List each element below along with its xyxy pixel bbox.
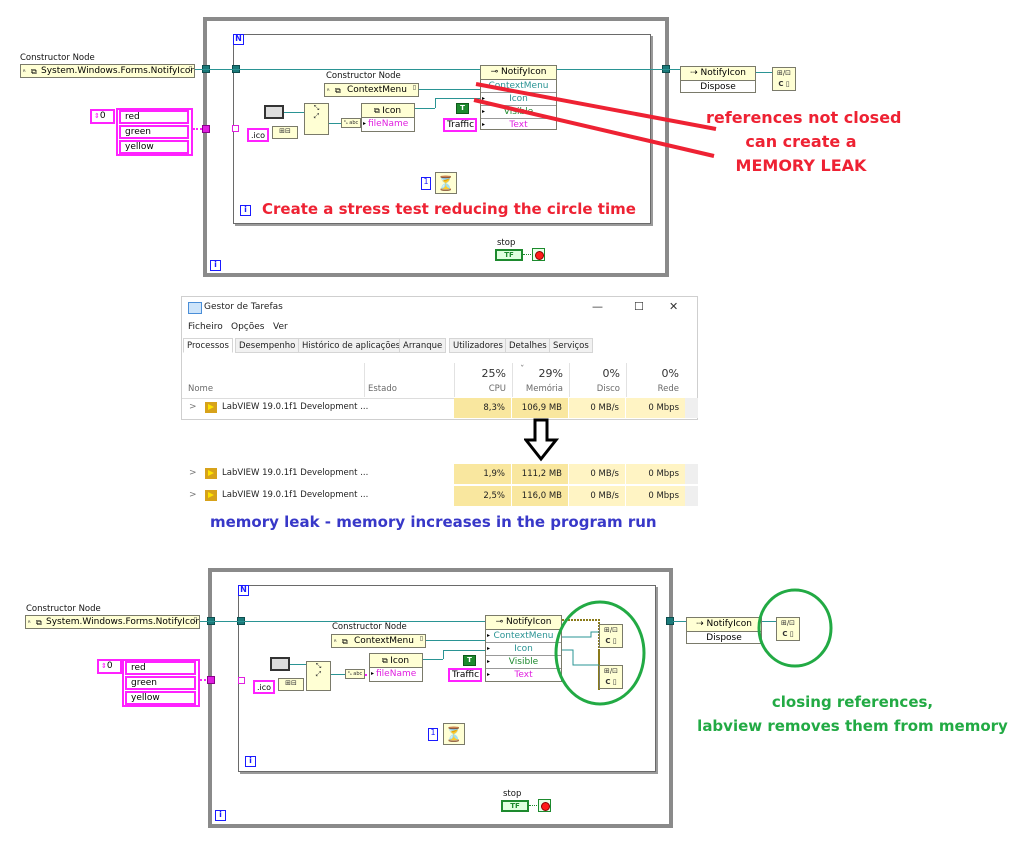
process-cpu: 1,9% [454,464,511,484]
down-arrow-icon [524,418,560,462]
process-memory: 116,0 MB [511,486,568,506]
scrollbar-track[interactable] [685,464,698,484]
tab-desempenho[interactable]: Desempenho [235,338,300,353]
minimize-button[interactable]: — [592,300,603,313]
column-memoria[interactable]: Memória [513,384,563,394]
labview-icon [205,402,217,413]
memory-leak-caption: memory leak - memory increases in the pr… [210,513,657,531]
process-network: 0 Mbps [625,398,685,418]
disk-total: 0% [602,367,620,380]
tab-servicos[interactable]: Serviços [549,338,593,353]
tab-arranque[interactable]: Arranque [399,338,447,353]
process-row[interactable]: > LabVIEW 19.0.1f1 Development ... 2,5% … [181,486,698,506]
column-cpu[interactable]: CPU [456,384,506,394]
expand-chevron-icon[interactable]: > [189,402,197,412]
highlight-circle-dispose-close [757,588,833,668]
process-row[interactable]: > LabVIEW 19.0.1f1 Development ... 1,9% … [181,464,698,484]
menu-ficheiro[interactable]: Ficheiro [188,322,223,332]
process-disk: 0 MB/s [568,464,625,484]
process-cpu: 8,3% [454,398,511,418]
labview-icon [205,468,217,479]
menu-opcoes[interactable]: Opções [231,322,264,332]
process-memory: 111,2 MB [511,464,568,484]
process-disk: 0 MB/s [568,398,625,418]
scrollbar-track[interactable] [685,486,698,506]
memory-total: 29% [538,367,563,380]
column-divider [454,363,455,397]
process-name: LabVIEW 19.0.1f1 Development ... [222,402,369,412]
process-network: 0 Mbps [625,486,685,506]
column-divider [364,363,365,397]
close-button[interactable]: ✕ [669,300,678,313]
process-memory: 106,9 MB [511,398,568,418]
highlight-circle-close-refs [554,600,646,706]
process-row[interactable]: > LabVIEW 19.0.1f1 Development ... 8,3% … [181,398,698,418]
column-disco[interactable]: Disco [570,384,620,394]
for-loop-iteration-terminal: i [245,756,256,767]
maximize-button[interactable]: ☐ [634,300,644,313]
process-network: 0 Mbps [625,464,685,484]
cpu-total: 25% [481,367,506,380]
memory-leak-annotation: references not closed can create a MEMOR… [706,108,902,175]
tab-processos[interactable]: Processos [183,338,233,353]
tab-historico[interactable]: Histórico de aplicações [298,338,405,353]
strike-line-icon [473,98,715,158]
process-name: LabVIEW 19.0.1f1 Development ... [222,468,369,478]
task-manager-icon [188,302,202,314]
closing-references-annotation: closing references, labview removes them… [697,693,1008,735]
column-nome[interactable]: Nome [188,384,213,394]
labview-icon [205,490,217,501]
expand-chevron-icon[interactable]: > [189,468,197,478]
loop-condition-stop-icon [538,799,551,812]
column-estado[interactable]: Estado [368,384,397,394]
menu-ver[interactable]: Ver [273,322,288,332]
network-total: 0% [661,367,679,380]
stop-label: stop [503,789,522,799]
scrollbar-track[interactable] [685,398,698,418]
column-rede[interactable]: Rede [627,384,679,394]
process-cpu: 2,5% [454,486,511,506]
wait-metronome-icon: ⏳ [443,723,465,745]
stop-button-terminal[interactable]: TF [501,800,529,812]
window-title: Gestor de Tarefas [204,302,283,312]
while-loop-iteration-terminal: i [215,810,226,821]
expand-chevron-icon[interactable]: > [189,490,197,500]
process-name: LabVIEW 19.0.1f1 Development ... [222,490,369,500]
wait-ms-constant[interactable]: 1 [428,728,438,741]
strike-line-contextmenu [475,82,717,131]
tab-detalhes[interactable]: Detalhes [505,338,551,353]
process-disk: 0 MB/s [568,486,625,506]
tab-utilizadores[interactable]: Utilizadores [449,338,507,353]
